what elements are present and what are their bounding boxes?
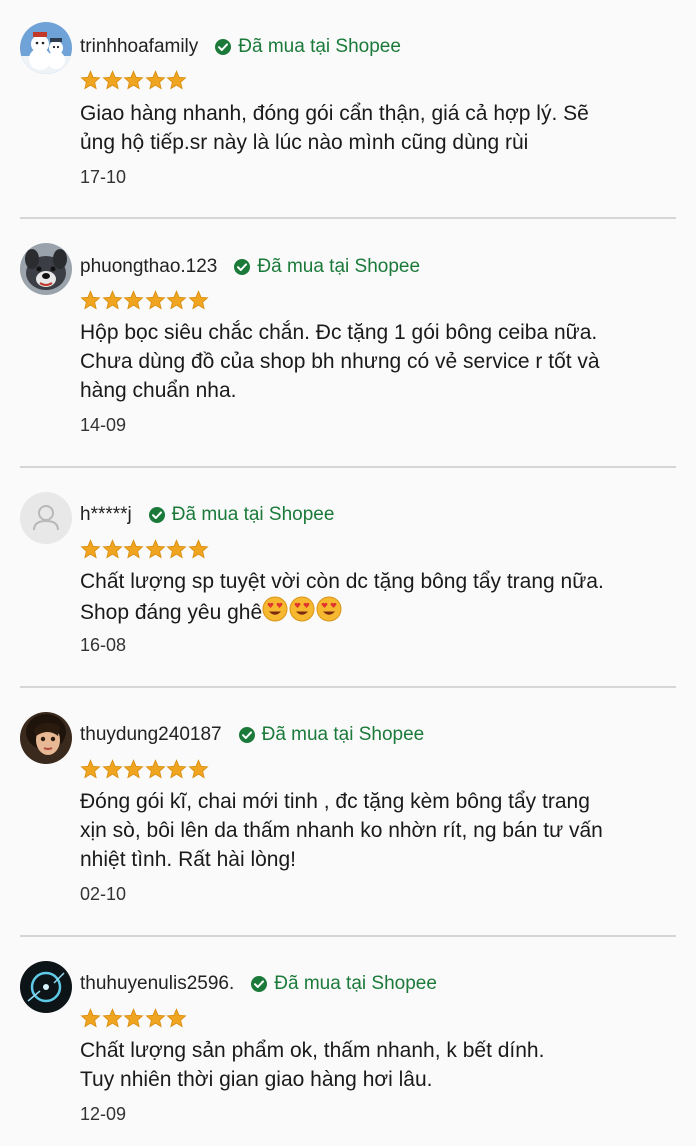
dark-circle-avatar[interactable] <box>20 961 72 1013</box>
star-icon <box>101 1008 123 1028</box>
default-user-avatar[interactable] <box>20 492 72 544</box>
star-icon <box>80 1008 101 1028</box>
review-date: 16-08 <box>80 635 127 655</box>
star-rating <box>80 290 209 312</box>
review-date: 02-10 <box>80 884 127 904</box>
verified-purchase-badge: Đã mua tại Shopee <box>250 973 437 995</box>
review-comment: Hộp bọc siêu chắc chắn. Đc tặng 1 gói bô… <box>80 318 680 405</box>
verified-purchase-badge: Đã mua tại Shopee <box>238 724 425 746</box>
verified-label: Đã mua tại Shopee <box>261 724 425 745</box>
star-icon <box>123 290 144 310</box>
review-date: 14-09 <box>80 415 127 435</box>
comment-line: Chất lượng sp tuyệt vời còn dc tặng bông… <box>80 570 604 593</box>
star-rating <box>80 1008 188 1030</box>
reviewer-username[interactable]: h*****j <box>80 504 132 526</box>
comment-line: hàng chuẩn nha. <box>80 379 237 402</box>
check-circle-icon <box>238 727 255 743</box>
comment-line: Đóng gói kĩ, chai mới tinh , đc tặng kèm… <box>80 790 590 813</box>
star-icon <box>144 70 166 90</box>
star-icon <box>144 290 166 310</box>
star-icon <box>101 539 123 559</box>
star-icon <box>187 759 209 779</box>
heart-eyes-emoji-icon <box>262 596 288 622</box>
comment-line-with-emoji: Shop đáng yêu ghê <box>80 596 680 627</box>
star-rating <box>80 759 209 781</box>
star-icon <box>166 539 187 559</box>
comment-line: Giao hàng nhanh, đóng gói cẩn thận, giá … <box>80 102 589 125</box>
star-icon <box>187 539 209 559</box>
verified-label: Đã mua tại Shopee <box>171 504 335 525</box>
dog-avatar[interactable] <box>20 243 72 295</box>
star-icon <box>187 290 209 310</box>
check-circle-icon <box>234 259 251 275</box>
review-list: trinhhoafamily Đã mua tại Shopee Giao hà… <box>0 0 696 1146</box>
doll-avatar[interactable] <box>20 712 72 764</box>
heart-eyes-emoji-icon <box>289 596 315 622</box>
reviewer-username[interactable]: thuydung240187 <box>80 724 222 746</box>
divider <box>20 217 676 219</box>
snowman-avatar[interactable] <box>20 22 72 74</box>
comment-line: xịn sò, bôi lên da thấm nhanh ko nhờn rí… <box>80 819 603 842</box>
star-icon <box>80 70 101 90</box>
emoji-group <box>262 596 343 622</box>
divider <box>20 686 676 688</box>
star-icon <box>144 1008 166 1028</box>
star-icon <box>101 70 123 90</box>
verified-purchase-badge: Đã mua tại Shopee <box>148 504 335 526</box>
star-icon <box>144 759 166 779</box>
star-icon <box>166 70 187 90</box>
heart-eyes-emoji-icon <box>316 596 342 622</box>
check-circle-icon <box>215 39 232 55</box>
check-circle-icon <box>148 507 165 523</box>
star-icon <box>166 290 187 310</box>
comment-line: Tuy nhiên thời gian giao hàng hơi lâu. <box>80 1068 433 1091</box>
verified-label: Đã mua tại Shopee <box>257 256 421 277</box>
star-icon <box>123 1008 144 1028</box>
review-comment: Chất lượng sản phẩm ok, thấm nhanh, k bế… <box>80 1036 680 1094</box>
divider <box>20 466 676 468</box>
comment-line: Hộp bọc siêu chắc chắn. Đc tặng 1 gói bô… <box>80 321 598 344</box>
review-date: 17-10 <box>80 167 127 187</box>
comment-line: Chất lượng sản phẩm ok, thấm nhanh, k bế… <box>80 1039 545 1062</box>
star-icon <box>80 290 101 310</box>
reviewer-username[interactable]: trinhhoafamily <box>80 36 198 58</box>
reviewer-username[interactable]: thuhuyenulis2596. <box>80 973 234 995</box>
review-comment: Chất lượng sp tuyệt vời còn dc tặng bông… <box>80 567 680 627</box>
star-icon <box>80 759 101 779</box>
comment-line: nhiệt tình. Rất hài lòng! <box>80 848 296 871</box>
comment-line: Chưa dùng đồ của shop bh nhưng có vẻ ser… <box>80 350 600 373</box>
comment-line: Shop đáng yêu ghê <box>80 601 263 624</box>
review-comment: Đóng gói kĩ, chai mới tinh , đc tặng kèm… <box>80 787 680 874</box>
star-icon <box>166 759 187 779</box>
star-icon <box>123 70 144 90</box>
star-icon <box>166 1008 187 1028</box>
star-icon <box>80 539 101 559</box>
star-icon <box>123 759 144 779</box>
verified-purchase-badge: Đã mua tại Shopee <box>233 256 420 278</box>
reviewer-username[interactable]: phuongthao.123 <box>80 256 217 278</box>
verified-label: Đã mua tại Shopee <box>274 973 437 994</box>
verified-purchase-badge: Đã mua tại Shopee <box>214 36 401 58</box>
review-date: 12-09 <box>80 1104 127 1124</box>
star-icon <box>101 290 123 310</box>
star-icon <box>144 539 166 559</box>
divider <box>20 935 676 937</box>
star-rating <box>80 539 209 561</box>
star-icon <box>123 539 144 559</box>
verified-label: Đã mua tại Shopee <box>238 36 401 57</box>
review-comment: Giao hàng nhanh, đóng gói cẩn thận, giá … <box>80 99 680 157</box>
comment-line: ủng hộ tiếp.sr này là lúc nào mình cũng … <box>80 131 529 154</box>
star-icon <box>101 759 123 779</box>
star-rating <box>80 70 188 92</box>
check-circle-icon <box>251 976 268 992</box>
